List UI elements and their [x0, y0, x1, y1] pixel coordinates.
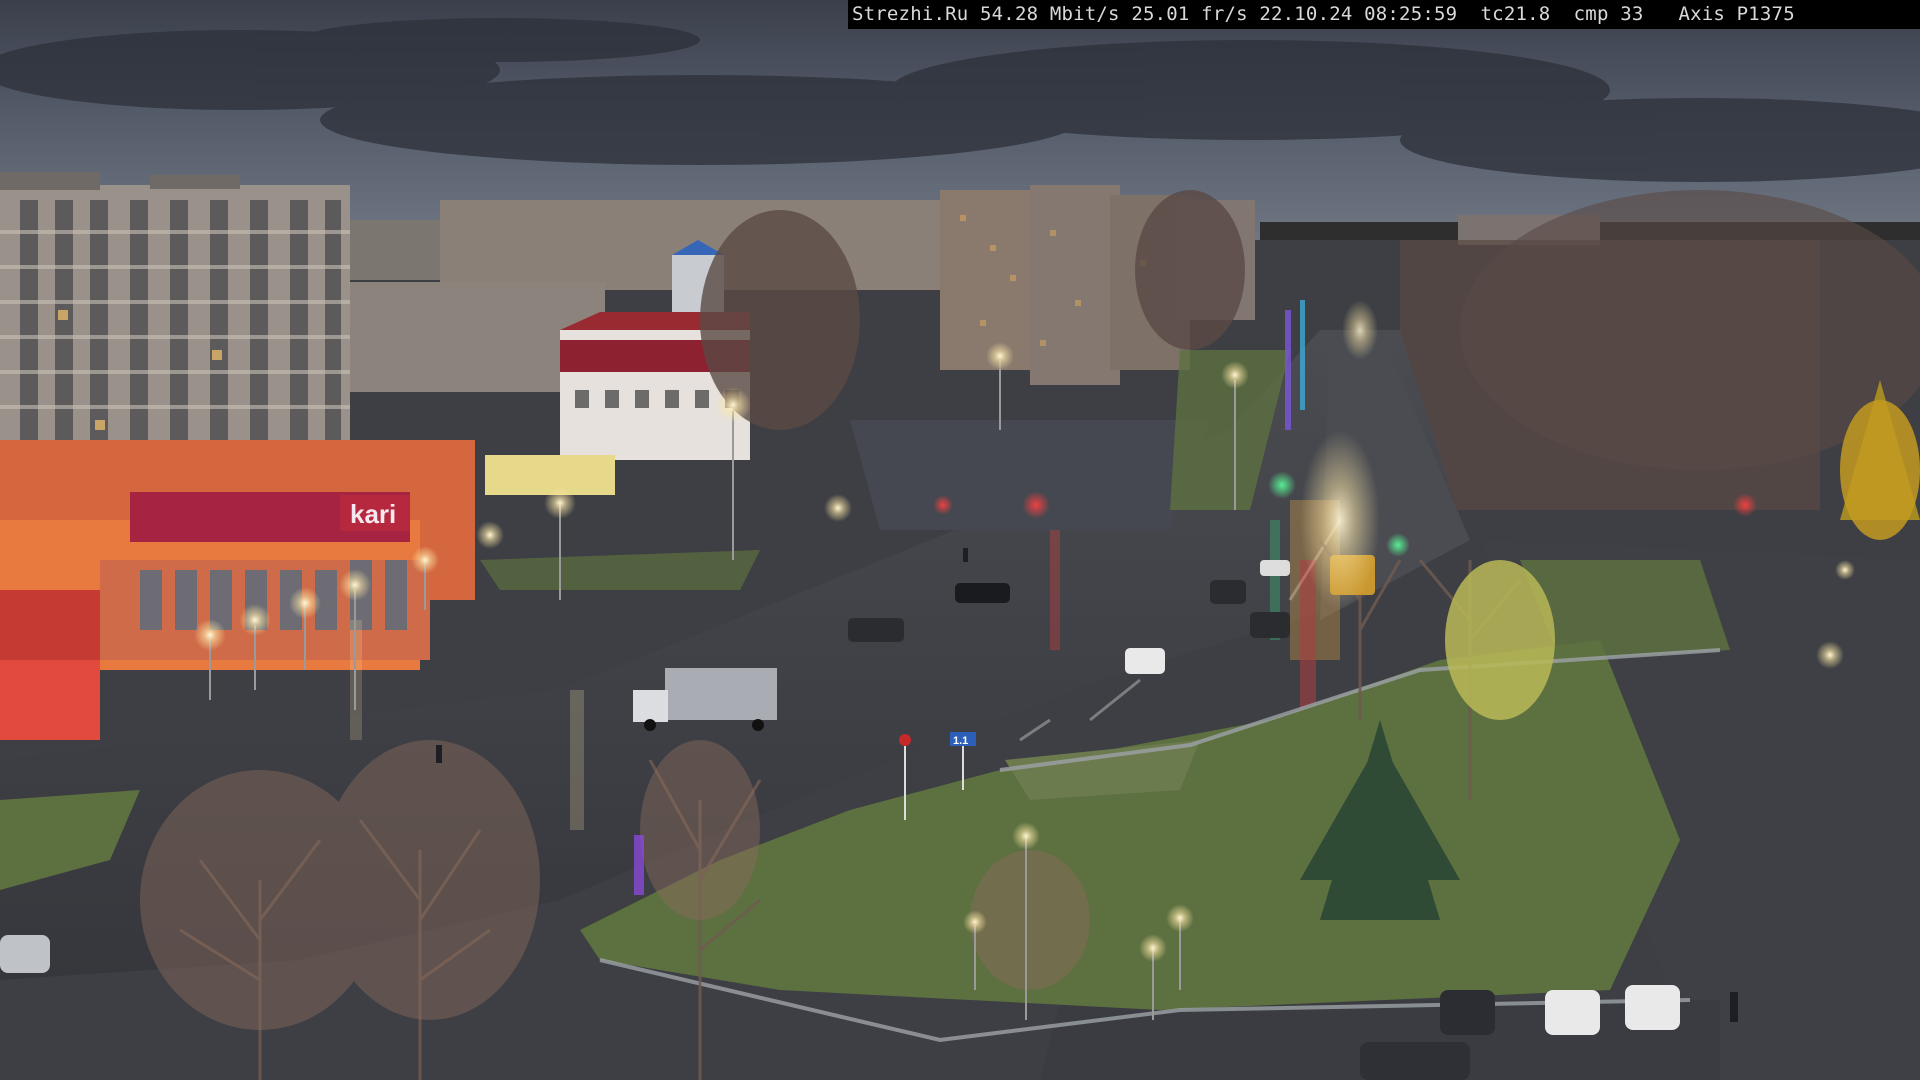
parked-car-1: [1440, 990, 1495, 1035]
osd-date: 22.10.24: [1259, 3, 1353, 25]
car-dark-1: [1250, 612, 1290, 638]
osd-cmp: cmp 33: [1573, 3, 1644, 25]
shop-logo: kari: [350, 499, 396, 529]
car-suv: [848, 618, 904, 642]
osd-tc: tc21.8: [1480, 3, 1551, 25]
parked-car-left: [0, 935, 50, 973]
car-white: [1125, 648, 1165, 674]
osd-site: Strezhi.Ru: [852, 3, 969, 25]
parked-car-3: [1625, 985, 1680, 1030]
kiosk: [485, 455, 615, 495]
parked-car-4: [1360, 1042, 1470, 1080]
car-black: [955, 583, 1010, 603]
festive-pole: [634, 835, 644, 895]
truck-cargo-box: [665, 668, 777, 720]
osd-time: 08:25:59: [1364, 3, 1458, 25]
osd-framerate: 25.01 fr/s: [1131, 3, 1248, 25]
truck-cab: [633, 690, 668, 722]
road-sign-text: 1.1: [953, 735, 968, 747]
webcam-view: kari 1.1 Strezhi.Ru 54.28 Mbit/s 25.01 f…: [0, 0, 1920, 1080]
city-street-scene: kari 1.1: [0, 0, 1920, 1080]
osd-bitrate: 54.28 Mbit/s: [980, 3, 1120, 25]
parked-car-2: [1545, 990, 1600, 1035]
car-dark-2: [1210, 580, 1246, 604]
camera-osd-overlay: Strezhi.Ru 54.28 Mbit/s 25.01 fr/s 22.10…: [848, 0, 1920, 29]
osd-camera-model: Axis P1375: [1678, 3, 1795, 25]
car-white-2: [1260, 560, 1290, 576]
